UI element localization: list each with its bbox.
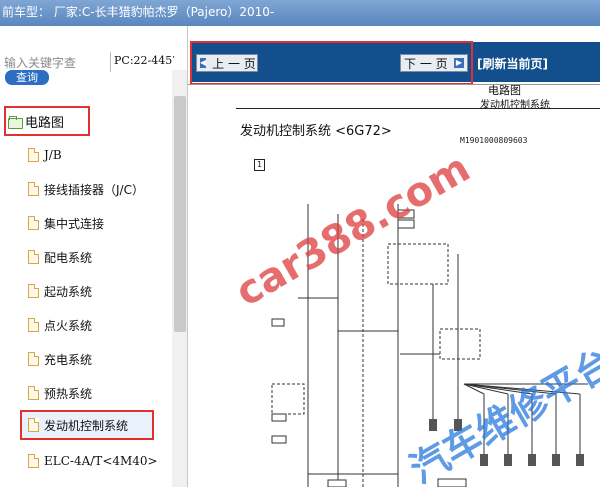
pc-code-label: PC:22-4457: [110, 52, 174, 72]
tree-item-label: 集中式连接: [44, 216, 105, 231]
next-page-button[interactable]: 下 一 页 ▶: [400, 54, 468, 72]
tree-item-label: J/B: [44, 148, 62, 162]
window-title: 前车型： 厂家:C-长丰猎豹帕杰罗（Pajero）2010-: [2, 5, 275, 19]
tree-item-central-connection[interactable]: 集中式连接: [28, 212, 104, 234]
window-title-bar: 前车型： 厂家:C-长丰猎豹帕杰罗（Pajero）2010-: [0, 0, 600, 26]
arrow-right-icon: ▶: [454, 58, 464, 68]
tree-item-label: 配电系统: [44, 250, 93, 265]
page-navigation-bar: ◀ 上 一 页 下 一 页 ▶ [刷新当前页]: [188, 26, 600, 85]
document-icon: [28, 454, 39, 468]
search-area: PC:22-4457 查询: [0, 26, 187, 90]
previous-page-label: 上 一 页: [212, 56, 256, 71]
previous-page-button[interactable]: ◀ 上 一 页: [196, 54, 258, 72]
query-button[interactable]: 查询: [5, 70, 49, 85]
refresh-page-link[interactable]: [刷新当前页]: [477, 55, 548, 72]
tree-item-label: 接线插接器（J/C）: [44, 182, 144, 197]
document-icon: [28, 352, 39, 366]
nav-highlight-box: ◀ 上 一 页 下 一 页 ▶: [190, 41, 473, 85]
tree-root-label: 电路图: [25, 115, 65, 131]
tree-item-charging-system[interactable]: 充电系统: [28, 348, 92, 370]
tree-item-starting-system[interactable]: 起动系统: [28, 280, 92, 302]
tree-item-engine-control-system[interactable]: 发动机控制系统: [20, 410, 154, 440]
tree-item-connector[interactable]: 接线插接器（J/C）: [28, 178, 144, 200]
tree-item-label: 起动系统: [44, 284, 93, 299]
tree-item-preheat-system[interactable]: 预热系统: [28, 382, 92, 404]
arrow-left-icon: ◀: [200, 58, 207, 68]
sidebar: PC:22-4457 查询 电路图 J/B 接线插接器（J/C） 集中式连接 配…: [0, 26, 188, 487]
document-icon: [28, 250, 39, 264]
document-icon: [28, 182, 39, 196]
document-icon: [28, 216, 39, 230]
tree-item-jb[interactable]: J/B: [28, 144, 62, 166]
tree-item-label: ELC-4A/T<4M40>: [44, 454, 158, 468]
sidebar-scrollbar-thumb[interactable]: [174, 96, 186, 332]
tree-item-label: 点火系统: [44, 318, 93, 333]
tree-item-power-distribution[interactable]: 配电系统: [28, 246, 92, 268]
document-icon: [28, 418, 39, 432]
tree-item-label: 预热系统: [44, 386, 93, 401]
document-icon: [28, 148, 39, 162]
main-content: ◀ 上 一 页 下 一 页 ▶ [刷新当前页] 电路图 发动机控制系统 发动机控…: [188, 26, 600, 487]
tree-item-elc-4at[interactable]: ELC-4A/T<4M40>: [28, 450, 158, 472]
document-icon: [28, 284, 39, 298]
tree-item-ignition-system[interactable]: 点火系统: [28, 314, 92, 336]
folder-open-icon: [8, 115, 23, 129]
tree-item-label: 充电系统: [44, 352, 93, 367]
tree-item-label: 发动机控制系统: [44, 418, 129, 433]
tree-root-circuit-diagrams[interactable]: 电路图: [4, 106, 90, 136]
document-icon: [28, 318, 39, 332]
next-page-label: 下 一 页: [404, 56, 448, 71]
document-icon: [28, 386, 39, 400]
